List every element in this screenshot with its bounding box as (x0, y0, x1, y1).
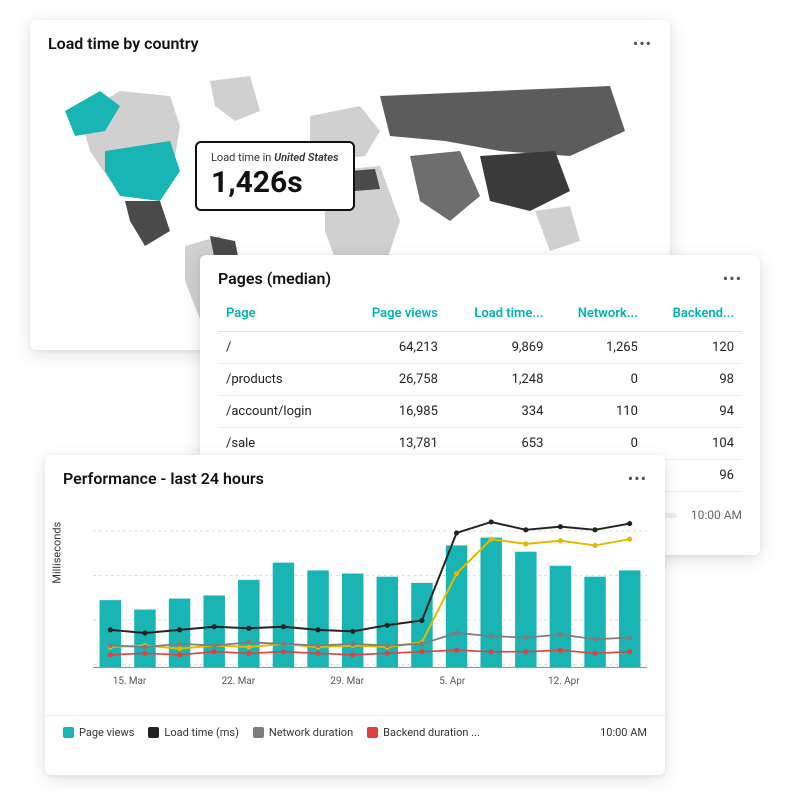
table-row[interactable]: /account/login 16,985 334 110 94 (218, 396, 742, 428)
swatch-icon (367, 727, 378, 738)
tooltip-label: Load time in United States (211, 151, 339, 164)
x-tick: 5. Apr (439, 676, 466, 687)
tooltip-value: 1,426s (211, 166, 339, 199)
table-header-row: Page Page views Load time... Network... … (218, 296, 742, 332)
col-page[interactable]: Page (218, 296, 344, 332)
cell-network: 0 (551, 364, 645, 396)
y-axis-label: Milliseconds (51, 521, 64, 583)
swatch-icon (253, 727, 264, 738)
timestamp: 10:00 AM (691, 508, 742, 522)
cell-network: 1,265 (551, 332, 645, 364)
cell-backend: 98 (646, 364, 742, 396)
tooltip-country: United States (274, 151, 338, 164)
card-header: Load time by country ••• (30, 20, 670, 61)
cell-page: /account/login (218, 396, 344, 428)
legend-load-time[interactable]: Load time (ms) (148, 726, 239, 739)
legend-label: Network duration (269, 726, 353, 739)
card-title: Performance - last 24 hours (63, 469, 264, 488)
card-title: Load time by country (48, 34, 199, 53)
legend-network[interactable]: Network duration (253, 726, 353, 739)
legend-label: Load time (ms) (164, 726, 239, 739)
x-tick: 22. Mar (222, 676, 256, 687)
col-network[interactable]: Network... (551, 296, 645, 332)
cell-views: 16,985 (344, 396, 446, 428)
cell-views: 64,213 (344, 332, 446, 364)
x-tick: 15. Mar (113, 676, 147, 687)
more-icon[interactable]: ••• (628, 471, 647, 487)
swatch-icon (63, 727, 74, 738)
table-row[interactable]: /products 26,758 1,248 0 98 (218, 364, 742, 396)
chart-area: Milliseconds 0 2.5 7.5 15. Mar 22. Mar 2… (63, 500, 647, 715)
cell-network: 110 (551, 396, 645, 428)
table-row[interactable]: / 64,213 9,869 1,265 120 (218, 332, 742, 364)
performance-card: Performance - last 24 hours ••• Millisec… (45, 455, 665, 775)
chart-footer: Page views Load time (ms) Network durati… (45, 715, 665, 751)
swatch-icon (148, 727, 159, 738)
card-title: Pages (median) (218, 269, 331, 288)
cell-page: /products (218, 364, 344, 396)
cell-load: 334 (446, 396, 552, 428)
map-tooltip: Load time in United States 1,426s (195, 141, 355, 211)
legend-label: Page views (79, 726, 134, 739)
cell-page: / (218, 332, 344, 364)
legend-page-views[interactable]: Page views (63, 726, 134, 739)
tooltip-prefix: Load time in (211, 151, 274, 164)
col-backend[interactable]: Backend... (646, 296, 742, 332)
legend: Page views Load time (ms) Network durati… (63, 726, 480, 739)
card-header: Performance - last 24 hours ••• (45, 455, 665, 496)
cell-backend: 120 (646, 332, 742, 364)
legend-backend[interactable]: Backend duration ... (367, 726, 480, 739)
x-tick: 12. Apr (548, 676, 580, 687)
cell-views: 26,758 (344, 364, 446, 396)
cell-load: 1,248 (446, 364, 552, 396)
cell-backend: 94 (646, 396, 742, 428)
more-icon[interactable]: ••• (723, 271, 742, 287)
performance-chart[interactable]: 0 2.5 7.5 15. Mar 22. Mar 29. Mar 5. Apr… (93, 500, 647, 715)
legend-label: Backend duration ... (383, 726, 480, 739)
col-page-views[interactable]: Page views (344, 296, 446, 332)
more-icon[interactable]: ••• (633, 36, 652, 52)
timestamp: 10:00 AM (600, 726, 647, 739)
cell-load: 9,869 (446, 332, 552, 364)
col-load-time[interactable]: Load time... (446, 296, 552, 332)
x-tick: 29. Mar (330, 676, 364, 687)
card-header: Pages (median) ••• (200, 255, 760, 296)
